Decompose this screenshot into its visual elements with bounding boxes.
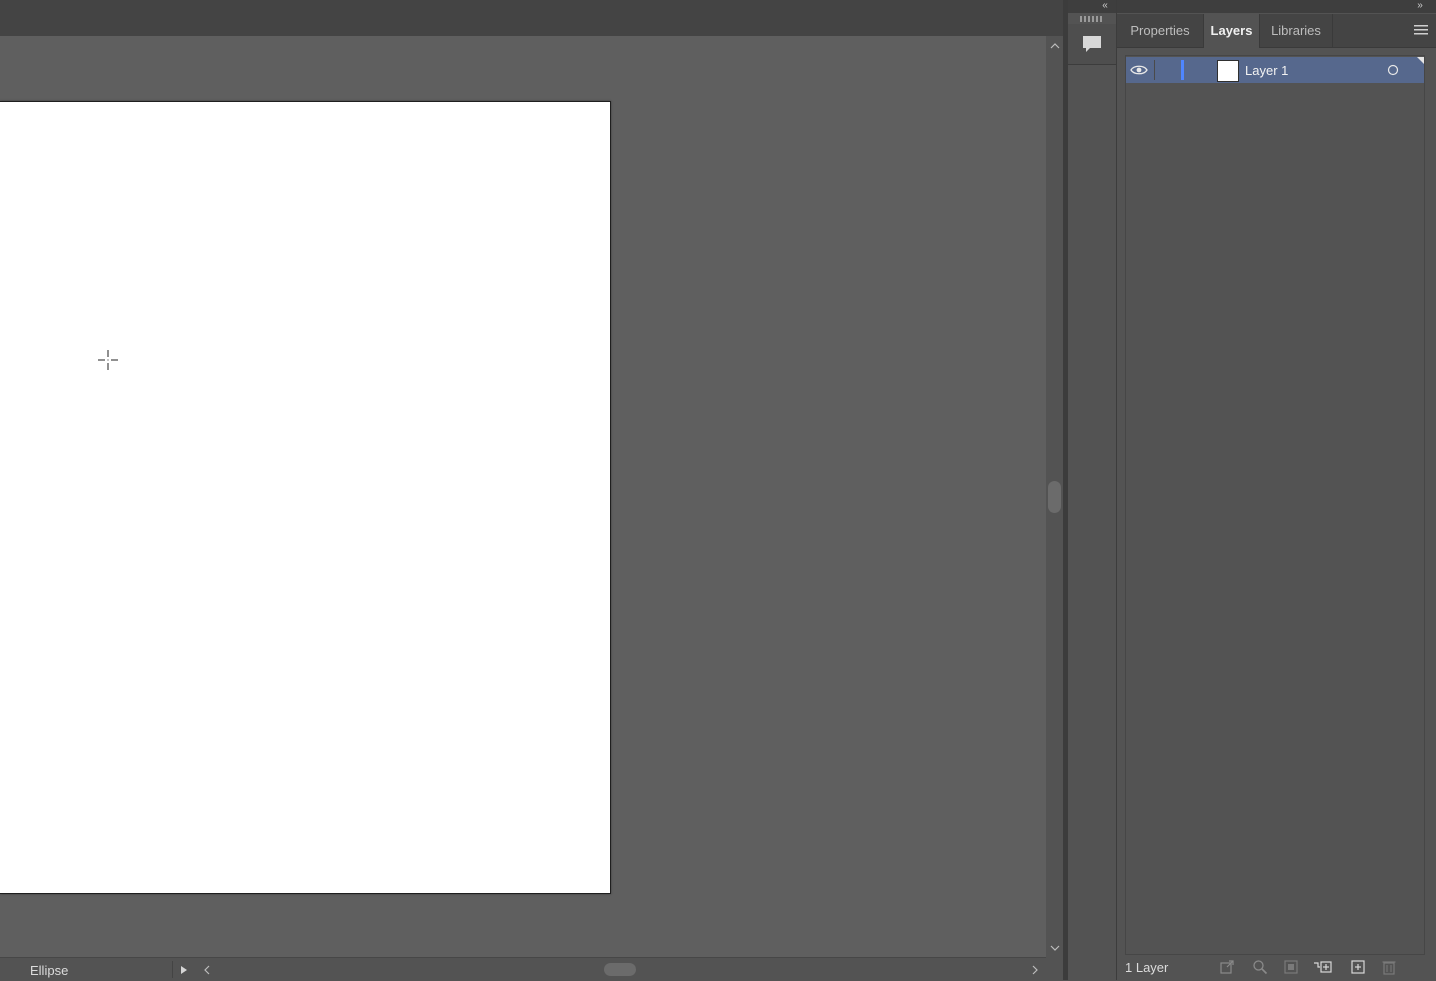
locate-object-icon xyxy=(1253,960,1268,975)
tab-label: Layers xyxy=(1210,23,1253,38)
scroll-left-icon[interactable] xyxy=(200,961,214,978)
layer-thumbnail xyxy=(1217,60,1239,82)
tab-properties[interactable]: Properties xyxy=(1117,14,1204,47)
tab-label: Properties xyxy=(1130,23,1190,38)
panel-tabs: Properties Layers Libraries xyxy=(1117,14,1436,48)
vertical-scrollbar[interactable] xyxy=(1046,36,1063,957)
horizontal-scroll-thumb[interactable] xyxy=(604,963,636,976)
new-layer-icon xyxy=(1351,960,1365,974)
panel-header xyxy=(1117,0,1436,13)
export-icon xyxy=(1220,960,1234,974)
lock-toggle[interactable] xyxy=(1154,60,1177,80)
status-menu-button[interactable] xyxy=(172,961,195,978)
delete-layer-button[interactable] xyxy=(1379,958,1399,976)
crosshair-cursor-icon xyxy=(98,350,118,370)
scrollbar-corner xyxy=(1046,957,1063,980)
canvas-area[interactable] xyxy=(0,36,1046,957)
layer-name[interactable]: Layer 1 xyxy=(1245,63,1288,78)
selection-corner-indicator xyxy=(1417,57,1424,64)
document-top-bar xyxy=(0,0,1063,37)
layer-row[interactable]: Layer 1 xyxy=(1126,57,1424,83)
layers-panel: Properties Layers Libraries Layer 1 1 La… xyxy=(1117,0,1436,980)
delete-icon xyxy=(1382,961,1396,975)
play-triangle-icon xyxy=(181,965,187,974)
collapse-panel-button[interactable]: » xyxy=(1413,0,1427,12)
vertical-scroll-thumb[interactable] xyxy=(1048,481,1061,513)
make-clipping-mask-button[interactable] xyxy=(1281,958,1301,976)
artboard[interactable] xyxy=(0,101,611,894)
collapsed-dock xyxy=(1068,0,1117,980)
scroll-right-icon[interactable] xyxy=(1028,961,1042,978)
collapse-dock-button[interactable]: « xyxy=(1098,0,1112,12)
layers-list: Layer 1 xyxy=(1125,55,1425,955)
panel-menu-icon[interactable] xyxy=(1414,24,1428,36)
create-sublayer-icon xyxy=(1314,961,1332,973)
layer-count: 1 Layer xyxy=(1125,960,1169,975)
status-bar: Ellipse xyxy=(0,957,1046,981)
tab-layers[interactable]: Layers xyxy=(1204,14,1260,48)
target-circle-icon[interactable] xyxy=(1387,64,1399,76)
new-layer-button[interactable] xyxy=(1348,958,1368,976)
scroll-down-icon[interactable] xyxy=(1046,940,1063,956)
eye-icon[interactable] xyxy=(1130,62,1148,78)
grip-icon[interactable] xyxy=(1080,16,1104,22)
comment-icon xyxy=(1083,36,1101,52)
horizontal-scrollbar[interactable] xyxy=(196,958,1046,981)
create-sublayer-button[interactable] xyxy=(1313,958,1333,976)
comments-button[interactable] xyxy=(1068,24,1116,65)
layer-color-indicator xyxy=(1181,60,1184,80)
panel-footer: 1 Layer xyxy=(1117,955,1436,980)
scroll-up-icon[interactable] xyxy=(1046,38,1063,54)
current-tool-label: Ellipse xyxy=(30,963,69,978)
tab-label: Libraries xyxy=(1271,23,1321,38)
make-clipping-mask-icon xyxy=(1284,960,1298,974)
locate-object-button[interactable] xyxy=(1250,958,1270,976)
export-button[interactable] xyxy=(1217,958,1237,976)
tab-libraries[interactable]: Libraries xyxy=(1260,14,1333,47)
